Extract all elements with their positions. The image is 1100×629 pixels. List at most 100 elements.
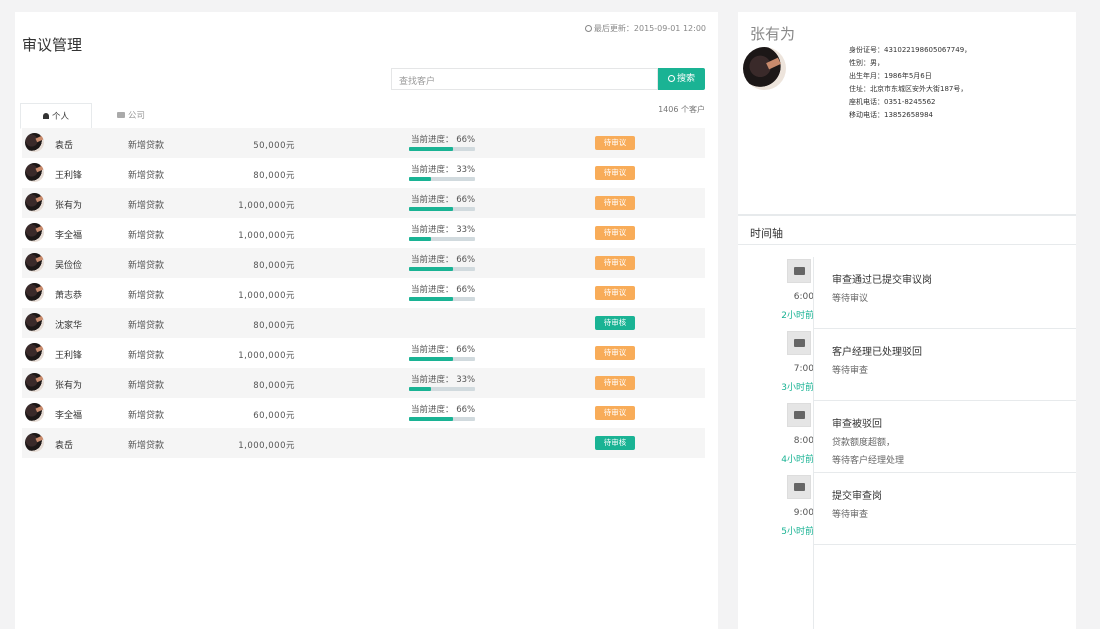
briefcase-icon (116, 112, 125, 118)
progress-fill (409, 177, 431, 181)
progress-label: 当前进度： 66% (411, 405, 476, 415)
loan-amount: 1,000,000元 (238, 351, 295, 361)
table-row[interactable]: 萧志恭 新增贷款 1,000,000元 当前进度： 66% 待审议 (22, 278, 705, 308)
customer-name: 张有为 (55, 201, 83, 211)
progress-label: 当前进度： 66% (411, 195, 476, 205)
timeline-item: 6:00 2小时前 审查通过已提交审议岗 等待审议 (738, 257, 1076, 329)
progress-fill (409, 147, 453, 151)
avatar (25, 193, 44, 212)
progress-bar (409, 147, 475, 151)
status-badge[interactable]: 待审议 (595, 256, 635, 270)
customer-name: 李全福 (55, 231, 83, 241)
last-update: 最后更新：2015-09-01 12:00 (584, 23, 706, 34)
table-row[interactable]: 袁岳 新增贷款 1,000,000元 待审核 (22, 428, 705, 458)
document-icon (787, 331, 811, 355)
timeline-ago: 4小时前 (781, 455, 814, 465)
timeline-item: 8:00 4小时前 审查被驳回 贷款额度超额， 等待客户经理处理 (738, 401, 1076, 473)
table-row[interactable]: 吴俭俭 新增贷款 80,000元 当前进度： 66% 待审议 (22, 248, 705, 278)
progress-fill (409, 357, 453, 361)
loan-type: 新增贷款 (128, 201, 165, 211)
timeline-time: 6:00 (793, 292, 814, 302)
search-icon (667, 75, 675, 82)
profile-avatar (743, 47, 786, 90)
profile-panel: 张有为 身份证号：431022198605067749， 性别：男， 出生年月：… (738, 12, 1076, 629)
avatar (25, 253, 44, 272)
progress-bar (409, 177, 475, 181)
status-badge[interactable]: 待审议 (595, 226, 635, 240)
progress-fill (409, 387, 431, 391)
search-input[interactable]: 查找客户 (391, 68, 658, 90)
loan-type: 新增贷款 (128, 351, 165, 361)
status-badge[interactable]: 待审议 (595, 376, 635, 390)
loan-type: 新增贷款 (128, 381, 165, 391)
progress-bar (409, 417, 475, 421)
loan-type: 新增贷款 (128, 411, 165, 421)
status-badge[interactable]: 待审核 (595, 316, 635, 330)
progress-fill (409, 237, 431, 241)
avatar (25, 133, 44, 152)
loan-amount: 80,000元 (253, 381, 295, 391)
loan-type: 新增贷款 (128, 171, 165, 181)
customer-name: 李全福 (55, 411, 83, 421)
status-badge[interactable]: 待审议 (595, 136, 635, 150)
progress-label: 当前进度： 66% (411, 345, 476, 355)
loan-amount: 1,000,000元 (238, 441, 295, 451)
progress-fill (409, 417, 453, 421)
user-icon (42, 113, 49, 119)
progress-label: 当前进度： 33% (411, 225, 476, 235)
progress-label: 当前进度： 66% (411, 285, 476, 295)
status-badge[interactable]: 待审议 (595, 286, 635, 300)
tab-company[interactable]: 公司 (95, 103, 167, 129)
timeline-detail: 等待审议 (832, 294, 869, 304)
timeline-content: 审查通过已提交审议岗 等待审议 (813, 257, 1076, 329)
progress-fill (409, 267, 453, 271)
table-row[interactable]: 王利锋 新增贷款 80,000元 当前进度： 33% 待审议 (22, 158, 705, 188)
status-badge[interactable]: 待审核 (595, 436, 635, 450)
loan-type: 新增贷款 (128, 321, 165, 331)
tab-personal[interactable]: 个人 (20, 103, 92, 129)
status-badge[interactable]: 待审议 (595, 196, 635, 210)
loan-type: 新增贷款 (128, 441, 165, 451)
loan-type: 新增贷款 (128, 231, 165, 241)
page-title: 审议管理 (22, 36, 83, 54)
progress-label: 当前进度： 66% (411, 135, 476, 145)
progress-bar (409, 267, 475, 271)
loan-amount: 60,000元 (253, 411, 295, 421)
profile-phone: 座机电话：0351-8245562 (849, 98, 936, 106)
avatar (25, 433, 44, 452)
avatar (25, 223, 44, 242)
avatar (25, 163, 44, 182)
timeline-heading: 客户经理已处理驳回 (832, 347, 922, 358)
profile-name: 张有为 (750, 25, 796, 43)
customer-name: 吴俭俭 (55, 261, 83, 271)
timeline-detail: 贷款额度超额， (832, 438, 896, 448)
status-badge[interactable]: 待审议 (595, 346, 635, 360)
status-badge[interactable]: 待审议 (595, 406, 635, 420)
timeline-ago: 5小时前 (781, 527, 814, 537)
timeline-detail: 等待客户经理处理 (832, 456, 905, 466)
table-row[interactable]: 袁岳 新增贷款 50,000元 当前进度： 66% 待审议 (22, 128, 705, 158)
table-row[interactable]: 张有为 新增贷款 1,000,000元 当前进度： 66% 待审议 (22, 188, 705, 218)
profile-id: 身份证号：431022198605067749， (849, 46, 972, 54)
table-row[interactable]: 沈家华 新增贷款 80,000元 待审核 (22, 308, 705, 338)
progress-bar (409, 357, 475, 361)
status-badge[interactable]: 待审议 (595, 166, 635, 180)
timeline-heading: 审查通过已提交审议岗 (832, 275, 932, 286)
table-row[interactable]: 李全福 新增贷款 1,000,000元 当前进度： 33% 待审议 (22, 218, 705, 248)
table-row[interactable]: 李全福 新增贷款 60,000元 当前进度： 66% 待审议 (22, 398, 705, 428)
avatar (25, 373, 44, 392)
progress-bar (409, 387, 475, 391)
avatar (25, 313, 44, 332)
timeline-time: 8:00 (793, 436, 814, 446)
profile-birth: 出生年月：1986年5月6日 (849, 72, 932, 80)
progress-fill (409, 297, 453, 301)
search-button[interactable]: 搜索 (658, 68, 705, 90)
timeline-content: 审查被驳回 贷款额度超额， 等待客户经理处理 (813, 401, 1076, 473)
coffee-icon (787, 475, 811, 499)
timeline-detail: 等待审查 (832, 366, 869, 376)
loan-amount: 1,000,000元 (238, 291, 295, 301)
table-row[interactable]: 王利锋 新增贷款 1,000,000元 当前进度： 66% 待审议 (22, 338, 705, 368)
table-row[interactable]: 张有为 新增贷款 80,000元 当前进度： 33% 待审议 (22, 368, 705, 398)
timeline-content: 提交审查岗 等待审查 (813, 473, 1076, 545)
customer-name: 王利锋 (55, 171, 83, 181)
